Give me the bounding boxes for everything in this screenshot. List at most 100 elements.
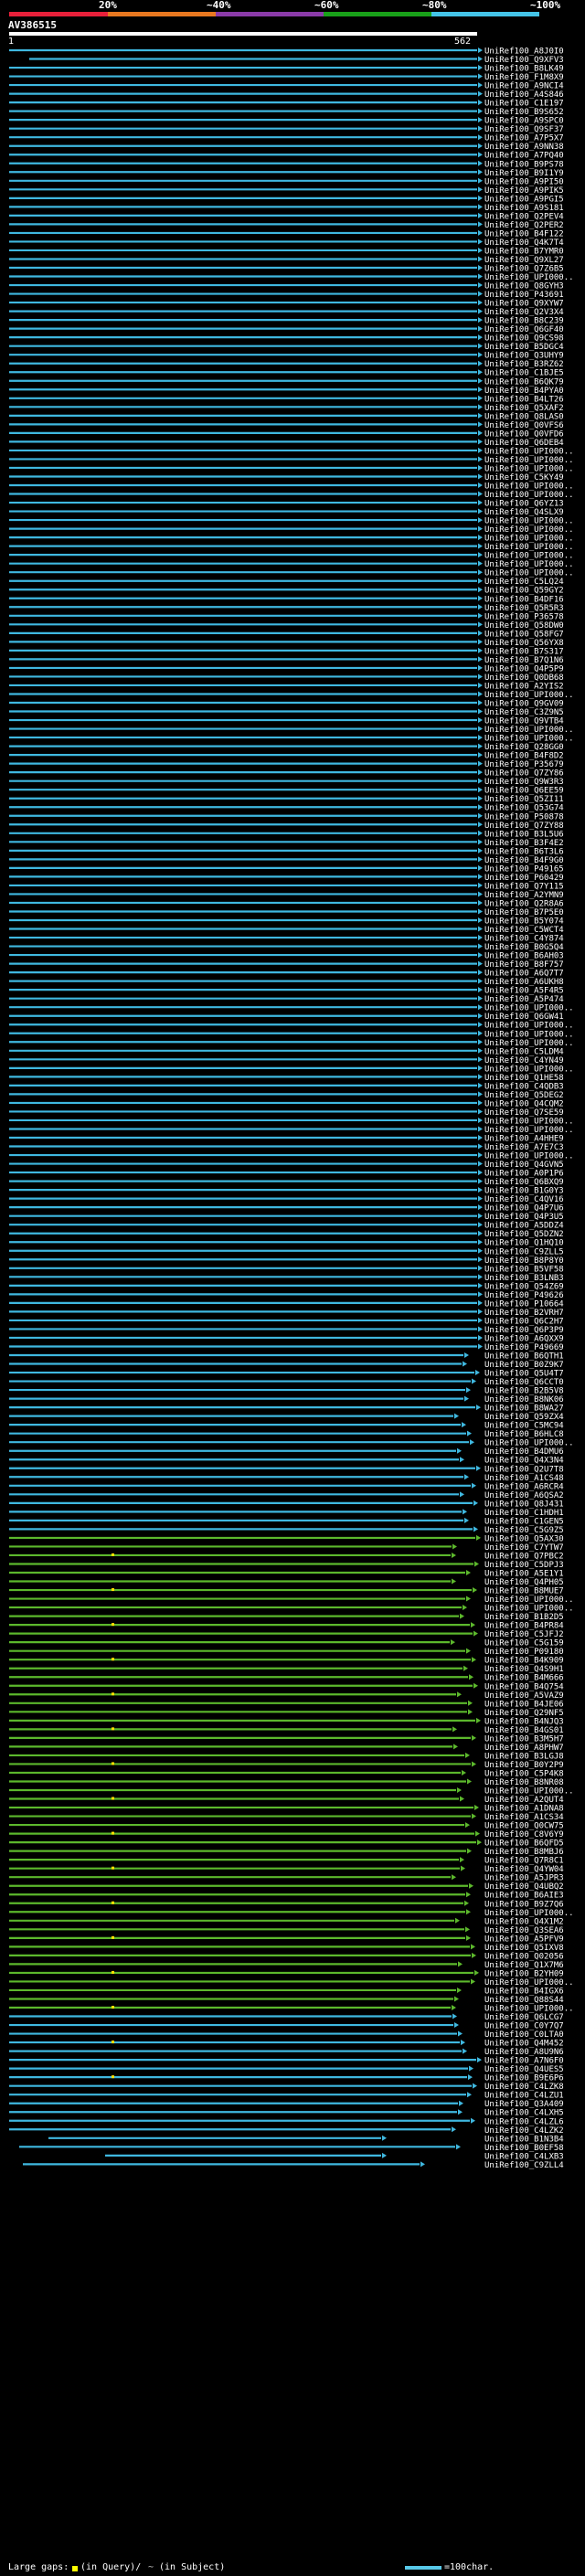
hit-arrow-icon xyxy=(478,291,483,297)
hit-label: UniRef100_Q2PER2 xyxy=(484,221,564,230)
hit-label: UniRef100_Q6YZ13 xyxy=(484,500,564,509)
hit-arrow-icon xyxy=(452,1552,456,1558)
hit-label: UniRef100_A1CS48 xyxy=(484,1474,564,1483)
hit-label: UniRef100_UPI000.. xyxy=(484,569,574,578)
hit-label: UniRef100_B3M5H7 xyxy=(484,1734,564,1744)
hit-arrow-icon xyxy=(478,100,483,106)
hit-label: UniRef100_Q4P7U6 xyxy=(484,1204,564,1214)
hit-arrow-icon xyxy=(452,1726,457,1733)
hit-arrow-icon xyxy=(454,2022,459,2029)
hit-arrow-icon xyxy=(457,1691,462,1698)
hit-arrow-icon xyxy=(478,1299,483,1306)
hit-arrow-icon xyxy=(478,569,483,576)
hit-arrow-icon xyxy=(478,360,483,366)
hit-label: UniRef100_B8WA27 xyxy=(484,1405,564,1414)
hit-label: UniRef100_A5E1Y1 xyxy=(484,1570,564,1579)
hit-label: UniRef100_Q0CW75 xyxy=(484,1822,564,1831)
hit-label: UniRef100_UPI000.. xyxy=(484,273,574,282)
hit-arrow-icon xyxy=(478,90,483,97)
hit-label: UniRef100_Q9VTB4 xyxy=(484,717,564,726)
hit-arrow-icon xyxy=(460,1796,464,1802)
hit-arrow-icon xyxy=(471,1944,475,1950)
hit-label: UniRef100_Q4S9H1 xyxy=(484,1665,564,1674)
hit-label: UniRef100_P35679 xyxy=(484,760,564,769)
hit-arrow-icon xyxy=(473,1587,477,1594)
hit-arrow-icon xyxy=(478,352,483,358)
hit-arrow-icon xyxy=(478,987,483,993)
hit-arrow-icon xyxy=(460,1857,464,1863)
hit-arrow-icon xyxy=(478,65,483,71)
hit-arrow-icon xyxy=(478,412,483,419)
hit-arrow-icon xyxy=(478,1091,483,1097)
hit-arrow-icon xyxy=(478,439,483,445)
hit-arrow-icon xyxy=(478,735,483,741)
hit-arrow-icon xyxy=(478,482,483,488)
hit-arrow-icon xyxy=(478,908,483,915)
hit-label: UniRef100_C3Z9N5 xyxy=(484,708,564,717)
hit-arrow-icon xyxy=(451,1639,455,1646)
hit-arrow-icon xyxy=(478,377,483,384)
hit-arrow-icon xyxy=(471,2117,475,2124)
hit-label: UniRef100_B6QK79 xyxy=(484,377,564,387)
hit-arrow-icon xyxy=(478,595,483,601)
hit-label: UniRef100_C5G159 xyxy=(484,1639,564,1648)
hit-label: UniRef100_B4LT26 xyxy=(484,395,564,404)
hit-label: UniRef100_C4LXB3 xyxy=(484,2152,564,2161)
hit-label: UniRef100_Q9CS98 xyxy=(484,334,564,344)
hit-label: UniRef100_Q0DB68 xyxy=(484,673,564,683)
hit-label: UniRef100_Q6DEB4 xyxy=(484,439,564,448)
hit-label: UniRef100_A6RCR4 xyxy=(484,1482,564,1491)
hit-label: UniRef100_Q9XFV3 xyxy=(484,56,564,65)
hit-label: UniRef100_C5JFJ2 xyxy=(484,1630,564,1639)
hit-arrow-icon xyxy=(478,343,483,349)
hit-arrow-icon xyxy=(454,1413,459,1419)
gap-marker-icon xyxy=(112,1588,114,1592)
hit-arrow-icon xyxy=(478,447,483,453)
hit-label: UniRef100_Q3UHY9 xyxy=(484,352,564,361)
hit-label: UniRef100_Q5DEG2 xyxy=(484,1091,564,1100)
hit-label: UniRef100_C4LZK2 xyxy=(484,2126,564,2136)
hit-label: UniRef100_B3LGJ8 xyxy=(484,1752,564,1761)
hit-label: UniRef100_B1N3B4 xyxy=(484,2135,564,2144)
hit-label: UniRef100_UPI000.. xyxy=(484,482,574,492)
hit-label: UniRef100_B8P8Y0 xyxy=(484,1256,564,1266)
hit-label: UniRef100_Q58DW0 xyxy=(484,621,564,631)
hit-label: UniRef100_Q2U7T8 xyxy=(484,1465,564,1474)
hit-arrow-icon xyxy=(459,2100,463,2106)
gap-marker-icon xyxy=(112,1658,114,1661)
hit-arrow-icon xyxy=(466,1595,471,1602)
hit-arrow-icon xyxy=(477,2057,482,2063)
hit-arrow-icon xyxy=(478,587,483,593)
hit-arrow-icon xyxy=(478,943,483,949)
gap-marker-icon xyxy=(112,1762,114,1765)
hit-arrow-icon xyxy=(467,2092,472,2098)
hit-label: UniRef100_B5DGC4 xyxy=(484,343,564,352)
hit-label: UniRef100_Q2R8A6 xyxy=(484,899,564,908)
hit-label: UniRef100_C4QDB3 xyxy=(484,1082,564,1091)
hit-arrow-icon xyxy=(461,2040,465,2046)
gap-marker-icon xyxy=(112,1553,114,1556)
hit-arrow-icon xyxy=(477,1839,482,1846)
hit-arrow-icon xyxy=(478,1143,483,1150)
hit-label: UniRef100_UPI000.. xyxy=(484,1022,574,1031)
hit-label: UniRef100_UPI000.. xyxy=(484,1978,574,1988)
hit-arrow-icon xyxy=(478,804,483,811)
hit-label: UniRef100_Q7PBC2 xyxy=(484,1552,564,1561)
hit-arrow-icon xyxy=(478,1004,483,1011)
hit-label: UniRef100_UPI000.. xyxy=(484,1595,574,1605)
hit-label: UniRef100_A9SPC0 xyxy=(484,117,564,126)
hit-label: UniRef100_Q8J431 xyxy=(484,1500,564,1509)
hit-arrow-icon xyxy=(478,1108,483,1115)
hit-arrow-icon xyxy=(478,160,483,166)
hit-arrow-icon xyxy=(478,612,483,619)
hit-label: UniRef100_A1DNA8 xyxy=(484,1805,564,1814)
hit-arrow-icon xyxy=(478,1117,483,1123)
hit-arrow-icon xyxy=(478,221,483,228)
gap-marker-icon xyxy=(112,2006,114,2009)
hit-arrow-icon xyxy=(478,1022,483,1028)
hit-label: UniRef100_UPI000.. xyxy=(484,560,574,569)
hit-arrow-icon xyxy=(478,882,483,888)
hit-label: UniRef100_Q6BXQ9 xyxy=(484,1178,564,1187)
hit-label: UniRef100_B8NR08 xyxy=(484,1778,564,1787)
hit-label: UniRef100_C9ZLL5 xyxy=(484,1247,564,1256)
